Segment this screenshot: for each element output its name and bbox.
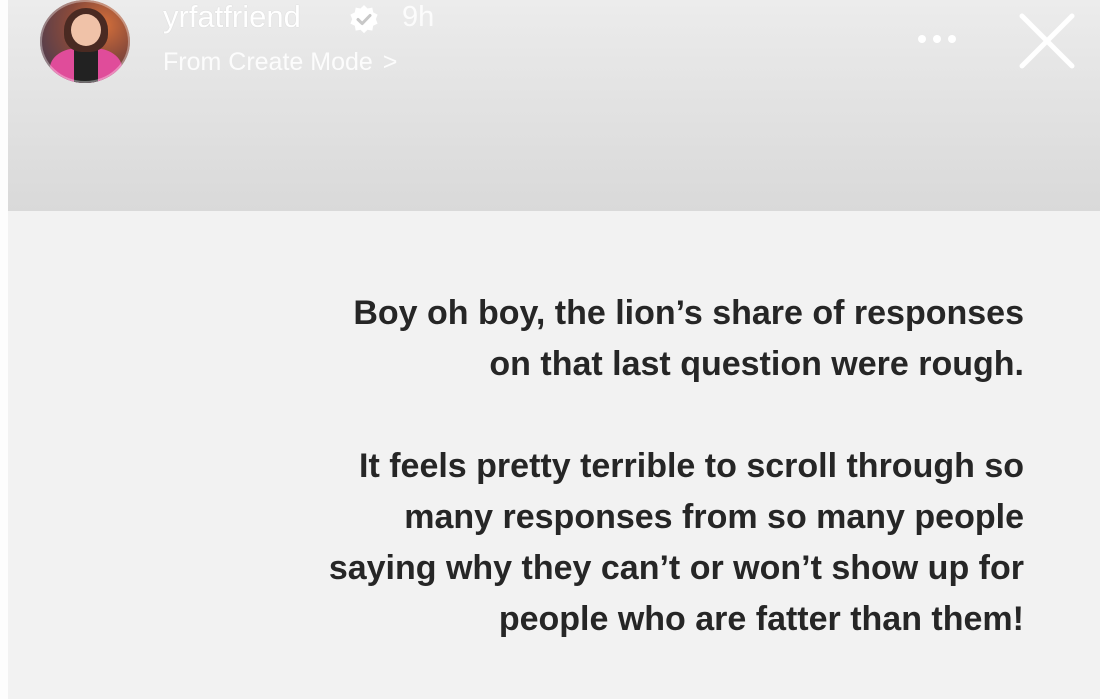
- text-line: saying why they can’t or won’t show up f…: [328, 549, 1024, 587]
- left-edge: [0, 0, 8, 699]
- source-label: From Create Mode: [163, 48, 373, 76]
- avatar-ring: [40, 0, 130, 83]
- paragraph-1: Boy oh boy, the lion’s share of response…: [124, 288, 1024, 390]
- more-options-icon[interactable]: [912, 22, 962, 56]
- text-line: Boy oh boy, the lion’s share of response…: [353, 294, 1024, 332]
- chevron-right-icon: >: [382, 48, 398, 76]
- source-link[interactable]: From Create Mode >: [163, 46, 397, 78]
- text-line: on that last question were rough.: [489, 345, 1024, 383]
- profile-avatar[interactable]: [40, 0, 130, 83]
- text-line: people who are fatter than them!: [498, 600, 1024, 638]
- story-viewer: yrfatfriend 9h From Create Mode > Boy oh …: [0, 0, 1100, 699]
- text-line: many responses from so many people: [404, 498, 1024, 536]
- paragraph-2: It feels pretty terrible to scroll throu…: [124, 441, 1024, 645]
- text-line: It feels pretty terrible to scroll throu…: [359, 447, 1024, 485]
- verified-badge-icon: [350, 5, 378, 34]
- story-text: Boy oh boy, the lion’s share of response…: [124, 288, 1024, 645]
- story-time: 9h: [402, 1, 435, 33]
- username[interactable]: yrfatfriend: [163, 0, 301, 34]
- close-icon[interactable]: [1014, 8, 1080, 74]
